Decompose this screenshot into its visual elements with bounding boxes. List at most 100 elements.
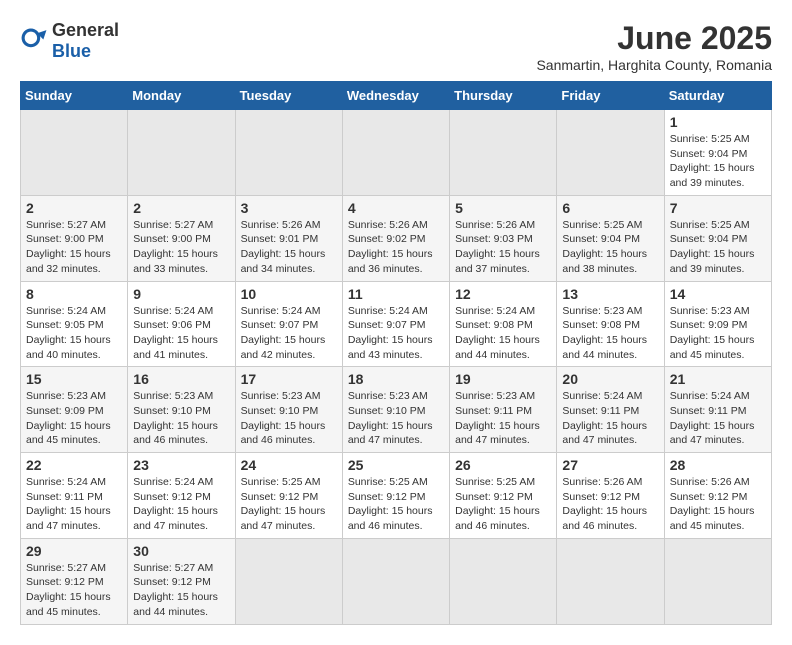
day-number: 21 — [670, 371, 766, 387]
calendar-cell — [450, 110, 557, 196]
day-number: 20 — [562, 371, 658, 387]
day-number: 4 — [348, 200, 444, 216]
calendar-cell — [235, 538, 342, 624]
calendar-cell: 2 Sunrise: 5:27 AMSunset: 9:00 PMDayligh… — [128, 195, 235, 281]
day-info: Sunrise: 5:24 AMSunset: 9:06 PMDaylight:… — [133, 305, 218, 361]
calendar-week-row: 2 Sunrise: 5:27 AMSunset: 9:00 PMDayligh… — [21, 195, 772, 281]
calendar-cell: 15 Sunrise: 5:23 AMSunset: 9:09 PMDaylig… — [21, 367, 128, 453]
calendar-cell: 25 Sunrise: 5:25 AMSunset: 9:12 PMDaylig… — [342, 453, 449, 539]
day-number: 12 — [455, 286, 551, 302]
day-number: 2 — [133, 200, 229, 216]
logo-blue: Blue — [52, 41, 91, 61]
day-number: 17 — [241, 371, 337, 387]
day-info: Sunrise: 5:26 AMSunset: 9:12 PMDaylight:… — [562, 476, 647, 532]
calendar-table: Sunday Monday Tuesday Wednesday Thursday… — [20, 81, 772, 625]
day-info: Sunrise: 5:27 AMSunset: 9:12 PMDaylight:… — [133, 562, 218, 618]
day-number: 26 — [455, 457, 551, 473]
day-number: 13 — [562, 286, 658, 302]
page-subtitle: Sanmartin, Harghita County, Romania — [536, 57, 772, 73]
day-info: Sunrise: 5:26 AMSunset: 9:02 PMDaylight:… — [348, 219, 433, 275]
calendar-week-row: 1 Sunrise: 5:25 AMSunset: 9:04 PMDayligh… — [21, 110, 772, 196]
day-info: Sunrise: 5:24 AMSunset: 9:11 PMDaylight:… — [670, 390, 755, 446]
calendar-cell: 11 Sunrise: 5:24 AMSunset: 9:07 PMDaylig… — [342, 281, 449, 367]
calendar-cell: 18 Sunrise: 5:23 AMSunset: 9:10 PMDaylig… — [342, 367, 449, 453]
day-number: 3 — [241, 200, 337, 216]
calendar-week-row: 22 Sunrise: 5:24 AMSunset: 9:11 PMDaylig… — [21, 453, 772, 539]
day-number: 10 — [241, 286, 337, 302]
calendar-cell — [450, 538, 557, 624]
calendar-cell: 2 Sunrise: 5:27 AMSunset: 9:00 PMDayligh… — [21, 195, 128, 281]
day-number: 28 — [670, 457, 766, 473]
calendar-cell: 14 Sunrise: 5:23 AMSunset: 9:09 PMDaylig… — [664, 281, 771, 367]
calendar-cell — [342, 538, 449, 624]
calendar-cell: 20 Sunrise: 5:24 AMSunset: 9:11 PMDaylig… — [557, 367, 664, 453]
day-info: Sunrise: 5:23 AMSunset: 9:09 PMDaylight:… — [670, 305, 755, 361]
calendar-cell: 10 Sunrise: 5:24 AMSunset: 9:07 PMDaylig… — [235, 281, 342, 367]
header-sunday: Sunday — [21, 82, 128, 110]
day-number: 9 — [133, 286, 229, 302]
day-info: Sunrise: 5:26 AMSunset: 9:12 PMDaylight:… — [670, 476, 755, 532]
calendar-week-row: 29 Sunrise: 5:27 AMSunset: 9:12 PMDaylig… — [21, 538, 772, 624]
day-info: Sunrise: 5:25 AMSunset: 9:04 PMDaylight:… — [670, 219, 755, 275]
calendar-cell: 29 Sunrise: 5:27 AMSunset: 9:12 PMDaylig… — [21, 538, 128, 624]
calendar-cell: 23 Sunrise: 5:24 AMSunset: 9:12 PMDaylig… — [128, 453, 235, 539]
header-saturday: Saturday — [664, 82, 771, 110]
day-number: 7 — [670, 200, 766, 216]
day-number: 14 — [670, 286, 766, 302]
day-info: Sunrise: 5:24 AMSunset: 9:08 PMDaylight:… — [455, 305, 540, 361]
day-number: 1 — [670, 114, 766, 130]
logo-text: General Blue — [52, 20, 119, 62]
calendar-cell: 17 Sunrise: 5:23 AMSunset: 9:10 PMDaylig… — [235, 367, 342, 453]
calendar-cell: 3 Sunrise: 5:26 AMSunset: 9:01 PMDayligh… — [235, 195, 342, 281]
day-info: Sunrise: 5:25 AMSunset: 9:12 PMDaylight:… — [455, 476, 540, 532]
day-number: 29 — [26, 543, 122, 559]
calendar-cell: 8 Sunrise: 5:24 AMSunset: 9:05 PMDayligh… — [21, 281, 128, 367]
day-number: 6 — [562, 200, 658, 216]
calendar-cell: 30 Sunrise: 5:27 AMSunset: 9:12 PMDaylig… — [128, 538, 235, 624]
calendar-cell — [664, 538, 771, 624]
header-thursday: Thursday — [450, 82, 557, 110]
calendar-cell: 1 Sunrise: 5:25 AMSunset: 9:04 PMDayligh… — [664, 110, 771, 196]
day-number: 8 — [26, 286, 122, 302]
header-friday: Friday — [557, 82, 664, 110]
calendar-cell: 24 Sunrise: 5:25 AMSunset: 9:12 PMDaylig… — [235, 453, 342, 539]
logo: General Blue — [20, 20, 119, 62]
day-number: 30 — [133, 543, 229, 559]
day-info: Sunrise: 5:24 AMSunset: 9:07 PMDaylight:… — [241, 305, 326, 361]
day-info: Sunrise: 5:25 AMSunset: 9:04 PMDaylight:… — [562, 219, 647, 275]
day-info: Sunrise: 5:26 AMSunset: 9:03 PMDaylight:… — [455, 219, 540, 275]
calendar-cell: 13 Sunrise: 5:23 AMSunset: 9:08 PMDaylig… — [557, 281, 664, 367]
calendar-cell — [557, 538, 664, 624]
calendar-cell — [21, 110, 128, 196]
day-info: Sunrise: 5:24 AMSunset: 9:11 PMDaylight:… — [26, 476, 111, 532]
calendar-cell: 4 Sunrise: 5:26 AMSunset: 9:02 PMDayligh… — [342, 195, 449, 281]
title-area: June 2025 Sanmartin, Harghita County, Ro… — [536, 20, 772, 73]
day-number: 18 — [348, 371, 444, 387]
day-info: Sunrise: 5:27 AMSunset: 9:00 PMDaylight:… — [26, 219, 111, 275]
header-monday: Monday — [128, 82, 235, 110]
day-info: Sunrise: 5:26 AMSunset: 9:01 PMDaylight:… — [241, 219, 326, 275]
day-info: Sunrise: 5:23 AMSunset: 9:10 PMDaylight:… — [348, 390, 433, 446]
day-info: Sunrise: 5:25 AMSunset: 9:12 PMDaylight:… — [348, 476, 433, 532]
logo-icon — [20, 27, 48, 55]
calendar-cell: 12 Sunrise: 5:24 AMSunset: 9:08 PMDaylig… — [450, 281, 557, 367]
day-info: Sunrise: 5:27 AMSunset: 9:12 PMDaylight:… — [26, 562, 111, 618]
day-number: 11 — [348, 286, 444, 302]
calendar-cell — [557, 110, 664, 196]
header-tuesday: Tuesday — [235, 82, 342, 110]
calendar-cell: 7 Sunrise: 5:25 AMSunset: 9:04 PMDayligh… — [664, 195, 771, 281]
day-number: 25 — [348, 457, 444, 473]
day-number: 23 — [133, 457, 229, 473]
calendar-cell: 6 Sunrise: 5:25 AMSunset: 9:04 PMDayligh… — [557, 195, 664, 281]
calendar-cell: 26 Sunrise: 5:25 AMSunset: 9:12 PMDaylig… — [450, 453, 557, 539]
day-info: Sunrise: 5:23 AMSunset: 9:09 PMDaylight:… — [26, 390, 111, 446]
calendar-cell: 27 Sunrise: 5:26 AMSunset: 9:12 PMDaylig… — [557, 453, 664, 539]
day-info: Sunrise: 5:23 AMSunset: 9:08 PMDaylight:… — [562, 305, 647, 361]
day-number: 2 — [26, 200, 122, 216]
calendar-cell: 9 Sunrise: 5:24 AMSunset: 9:06 PMDayligh… — [128, 281, 235, 367]
calendar-cell: 21 Sunrise: 5:24 AMSunset: 9:11 PMDaylig… — [664, 367, 771, 453]
page-title: June 2025 — [536, 20, 772, 57]
day-number: 16 — [133, 371, 229, 387]
calendar-cell: 19 Sunrise: 5:23 AMSunset: 9:11 PMDaylig… — [450, 367, 557, 453]
calendar-cell — [342, 110, 449, 196]
